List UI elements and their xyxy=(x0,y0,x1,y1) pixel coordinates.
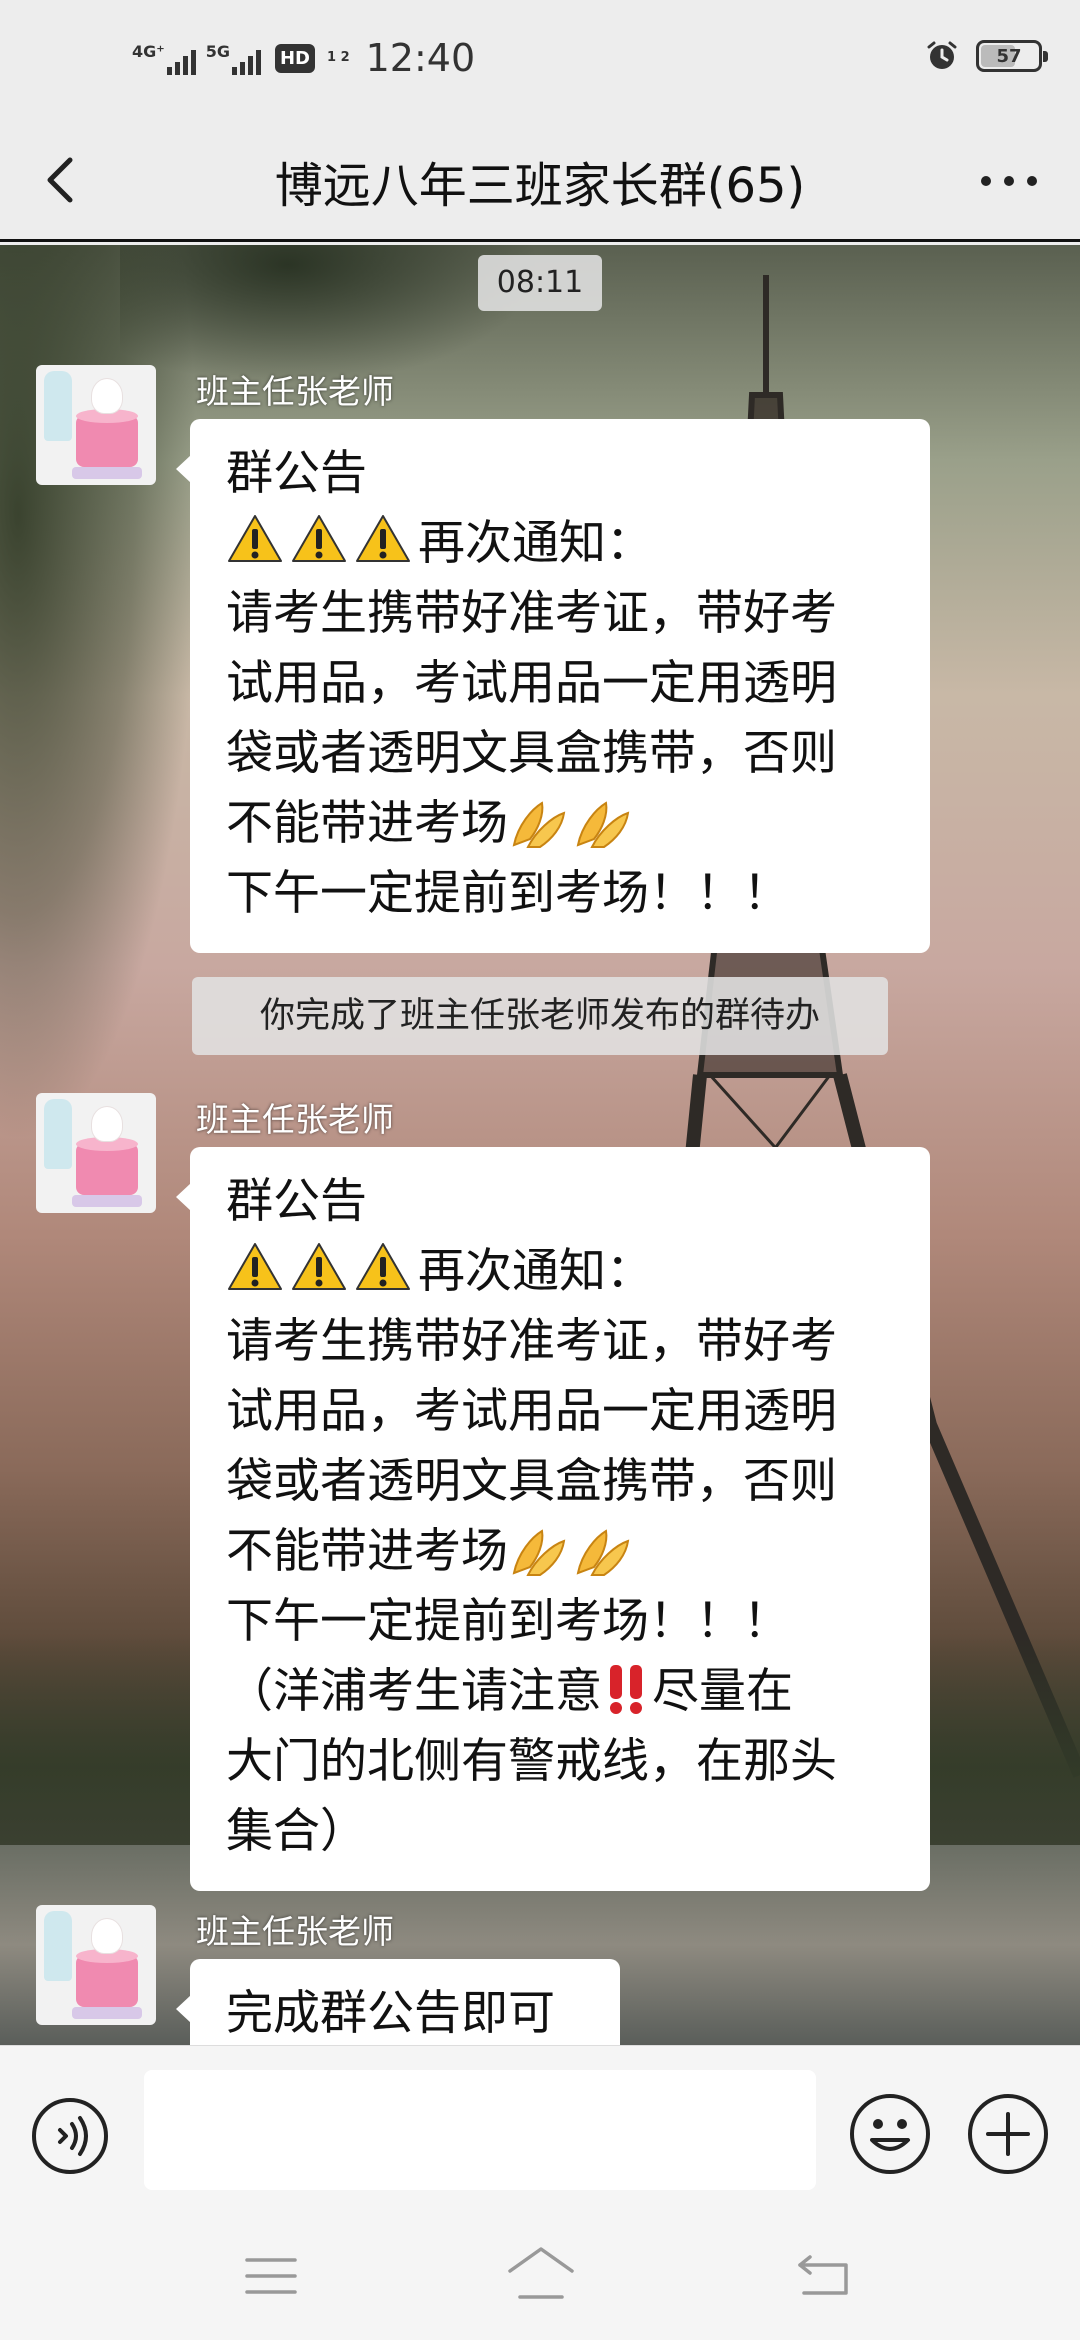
plus-icon[interactable] xyxy=(966,2092,1050,2176)
avatar[interactable] xyxy=(36,365,156,485)
message-line: 试用品，考试用品一定用透明 xyxy=(226,1384,837,1439)
message-bubble[interactable]: 群公告 再次通知： 请考生携带好准考证，带好考 试用品，考试用品一定用透明 袋或… xyxy=(176,419,930,953)
message-line: 袋或者透明文具盒携带，否则 xyxy=(226,1454,837,1509)
sender-name: 班主任张老师 xyxy=(196,1100,394,1139)
message-line: 集合） xyxy=(226,1804,367,1859)
message-text: 尽量在 xyxy=(652,1664,793,1719)
battery-icon: 57 xyxy=(976,40,1048,72)
notice-text: 再次通知： xyxy=(418,1244,653,1299)
message-line: 下午一定提前到考场！！！ xyxy=(226,1594,790,1649)
signal-5g: 5G xyxy=(206,42,261,75)
voice-icon[interactable] xyxy=(30,2096,110,2176)
message-text: 不能带进考场 xyxy=(226,1524,508,1579)
net-label-5g: 5G xyxy=(205,41,230,61)
folded-hands-emoji xyxy=(576,801,630,848)
warning-emoji xyxy=(228,1243,282,1290)
message-line: 群公告 xyxy=(226,446,367,501)
status-left: 4G⁺ 5G HD 1 2 12:40 xyxy=(132,36,475,80)
warning-emoji xyxy=(228,515,282,562)
clock: 12:40 xyxy=(365,36,476,80)
message-line: 大门的北侧有警戒线，在那头 xyxy=(226,1734,837,1789)
message-line: 试用品，考试用品一定用透明 xyxy=(226,656,837,711)
signal-4g: 4G⁺ xyxy=(132,42,196,75)
page-title: 博远八年三班家长群(65) xyxy=(274,158,806,214)
chat-area[interactable]: 08:11 班主任张老师 群公告 再次通知： 请考生携带好准考证，带好考 试用品… xyxy=(0,245,1080,2045)
message-line: 请考生携带好准考证，带好考 xyxy=(226,1314,837,1369)
warning-emoji xyxy=(292,1243,346,1290)
avatar[interactable] xyxy=(36,1093,156,1213)
status-right: 57 xyxy=(926,40,1048,72)
message-line-with-emoji: （洋浦考生请注意 尽量在 xyxy=(226,1657,898,1727)
system-nav-bar xyxy=(0,2215,1080,2340)
folded-hands-emoji xyxy=(512,801,566,848)
message-input[interactable] xyxy=(144,2070,816,2190)
home-icon[interactable] xyxy=(506,2245,576,2301)
avatar[interactable] xyxy=(36,1905,156,2025)
warning-emoji xyxy=(356,515,410,562)
message-text: 不能带进考场 xyxy=(226,796,508,851)
emoji-icon[interactable] xyxy=(848,2092,932,2176)
battery-level: 57 xyxy=(996,45,1022,67)
message-line: 袋或者透明文具盒携带，否则 xyxy=(226,726,837,781)
message-text: （洋浦考生请注意 xyxy=(226,1664,602,1719)
folded-hands-emoji xyxy=(576,1529,630,1576)
double-exclamation-emoji xyxy=(610,1665,642,1714)
chat-header: 博远八年三班家长群(65) xyxy=(0,120,1080,242)
signal-bars-icon xyxy=(231,49,261,75)
hd-sub-label: 1 2 xyxy=(327,50,350,65)
system-notice: 你完成了班主任张老师发布的群待办 xyxy=(192,977,888,1055)
notice-text: 再次通知： xyxy=(418,516,653,571)
message-line: 下午一定提前到考场！！！ xyxy=(226,866,790,921)
status-bar: 4G⁺ 5G HD 1 2 12:40 57 xyxy=(0,0,1080,120)
sender-name: 班主任张老师 xyxy=(196,372,394,411)
signal-bars-icon xyxy=(166,49,196,75)
menu-icon[interactable] xyxy=(244,2255,298,2297)
input-bar xyxy=(0,2045,1080,2215)
back-icon[interactable] xyxy=(796,2251,850,2297)
sender-name: 班主任张老师 xyxy=(196,1912,394,1951)
hd-badge: HD xyxy=(274,43,315,73)
more-dots-icon[interactable] xyxy=(974,156,1044,206)
chat-timestamp: 08:11 xyxy=(478,255,602,311)
message-line: 群公告 xyxy=(226,1174,367,1229)
message-line-with-emoji: 不能带进考场 xyxy=(226,789,898,859)
folded-hands-emoji xyxy=(512,1529,566,1576)
message-bubble[interactable]: 群公告 再次通知： 请考生携带好准考证，带好考 试用品，考试用品一定用透明 袋或… xyxy=(176,1147,930,1891)
message-line-notice: 再次通知： xyxy=(226,509,898,579)
net-label-4g: 4G⁺ xyxy=(132,41,165,61)
message-line-notice: 再次通知： xyxy=(226,1237,898,1307)
alarm-icon xyxy=(927,41,957,69)
message-line: 请考生携带好准考证，带好考 xyxy=(226,586,837,641)
message-bubble[interactable]: 完成群公告即可 xyxy=(176,1959,620,2045)
warning-emoji xyxy=(356,1243,410,1290)
message-line: 完成群公告即可 xyxy=(226,1986,555,2041)
message-line-with-emoji: 不能带进考场 xyxy=(226,1517,898,1587)
warning-emoji xyxy=(292,515,346,562)
